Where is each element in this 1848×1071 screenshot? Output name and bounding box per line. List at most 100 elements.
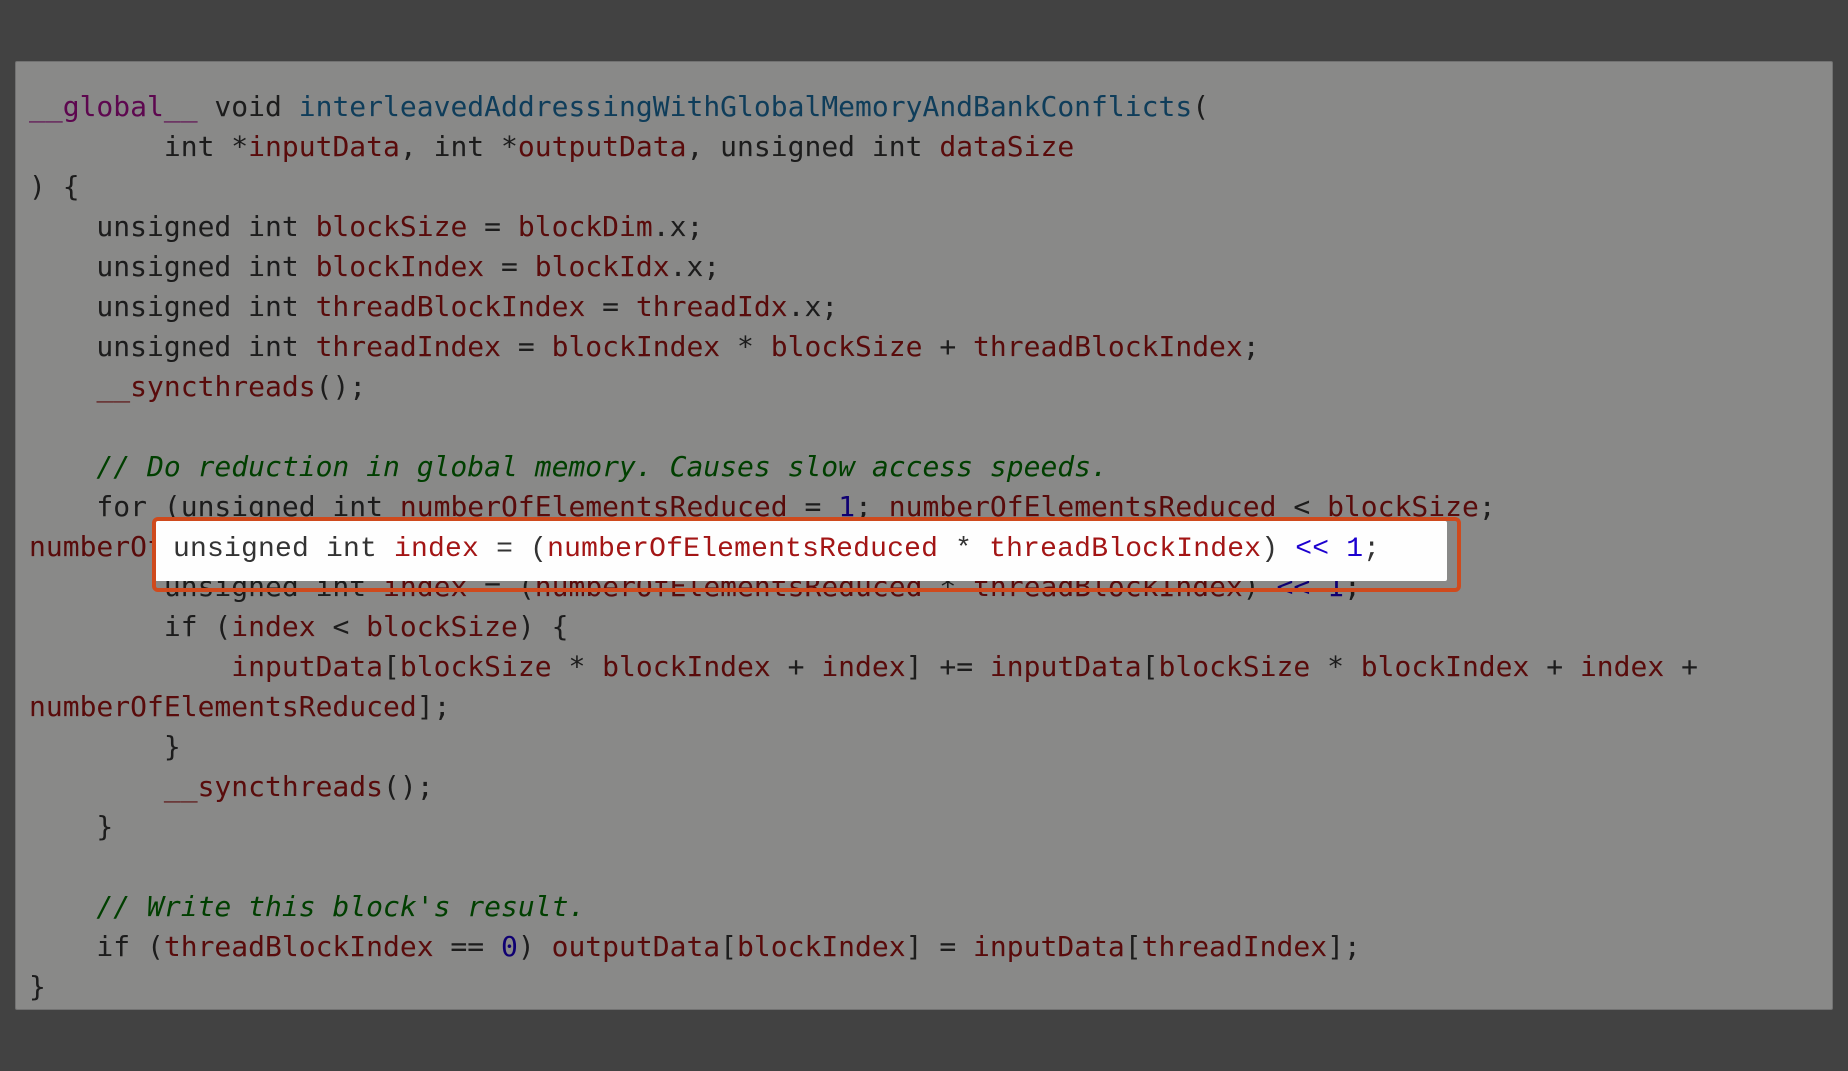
code-token: blockIndex bbox=[737, 930, 906, 963]
code-token: inputData bbox=[231, 650, 383, 683]
code-token: < bbox=[316, 610, 367, 643]
code-token: __syncthreads bbox=[96, 370, 315, 403]
code-token: blockIndex bbox=[602, 650, 771, 683]
code-token: unsigned int bbox=[29, 210, 316, 243]
code-token: inputData bbox=[973, 930, 1125, 963]
code-token: = bbox=[585, 290, 636, 323]
code-token: = bbox=[788, 490, 839, 523]
code-token: blockSize bbox=[771, 330, 923, 363]
code-token: unsigned int bbox=[29, 290, 316, 323]
code-token: ; bbox=[855, 490, 889, 523]
code-token: threadIndex bbox=[1142, 930, 1327, 963]
code-token: index bbox=[821, 650, 905, 683]
code-token: = bbox=[501, 330, 552, 363]
code-token: blockDim bbox=[518, 210, 653, 243]
code-token: ]; bbox=[1327, 930, 1361, 963]
code-token: if ( bbox=[29, 610, 231, 643]
code-token: .x; bbox=[670, 250, 721, 283]
code-token: < bbox=[1277, 490, 1328, 523]
code-token: ( bbox=[1192, 90, 1209, 123]
code-token: outputData bbox=[518, 130, 687, 163]
code-token: } bbox=[29, 810, 113, 843]
code-token: * bbox=[938, 534, 989, 565]
code-token: numberOfElementsReduced bbox=[29, 690, 417, 723]
code-token: inputData bbox=[248, 130, 400, 163]
code-token: .x; bbox=[653, 210, 704, 243]
code-token: numberOfElementsReduced bbox=[889, 490, 1277, 523]
code-token bbox=[29, 650, 231, 683]
code-token: inputData bbox=[990, 650, 1142, 683]
code-token: ; bbox=[1363, 534, 1380, 565]
code-token: blockIndex bbox=[552, 330, 721, 363]
code-token: ) { bbox=[29, 170, 80, 203]
code-token: index bbox=[1580, 650, 1664, 683]
code-token: unsigned int bbox=[29, 250, 316, 283]
code-token: ) { bbox=[518, 610, 569, 643]
code-token: blockSize bbox=[316, 210, 468, 243]
code-token: for (unsigned int bbox=[29, 490, 400, 523]
code-token: + bbox=[771, 650, 822, 683]
highlighted-code-line: unsigned int index = (numberOfElementsRe… bbox=[155, 521, 1447, 581]
code-token: blockSize bbox=[1327, 490, 1479, 523]
code-token: ] = bbox=[906, 930, 973, 963]
code-token: blockSize bbox=[366, 610, 518, 643]
code-token: [ bbox=[720, 930, 737, 963]
code-token: 1 bbox=[838, 490, 855, 523]
code-token: __syncthreads bbox=[164, 770, 383, 803]
code-token: outputData bbox=[552, 930, 721, 963]
code-token: 1 bbox=[1346, 534, 1363, 565]
code-token: ] += bbox=[906, 650, 990, 683]
code-token: , unsigned int bbox=[686, 130, 939, 163]
code-token: ]; bbox=[417, 690, 451, 723]
code-token: 0 bbox=[501, 930, 518, 963]
slide: __global__ void interleavedAddressingWit… bbox=[0, 0, 1848, 1071]
code-token: + bbox=[1529, 650, 1580, 683]
code-token: ) bbox=[1261, 534, 1295, 565]
code-token: index bbox=[231, 610, 315, 643]
code-token: blockIdx bbox=[535, 250, 670, 283]
code-token: (); bbox=[316, 370, 367, 403]
code-token: threadBlockIndex bbox=[973, 330, 1243, 363]
code-token: threadIndex bbox=[316, 330, 501, 363]
code-token: unsigned int bbox=[173, 534, 394, 565]
code-token: blockSize bbox=[1159, 650, 1311, 683]
code-token: unsigned int bbox=[29, 330, 316, 363]
code-token: index bbox=[394, 534, 479, 565]
code-token: = ( bbox=[479, 534, 547, 565]
code-token: numberOfElementsReduced bbox=[547, 534, 938, 565]
code-token: * bbox=[1310, 650, 1361, 683]
code-token: numberOfElementsReduced bbox=[400, 490, 788, 523]
code-token: threadBlockIndex bbox=[164, 930, 434, 963]
code-token: ; bbox=[1479, 490, 1513, 523]
code-token: threadBlockIndex bbox=[989, 534, 1261, 565]
code-token: << bbox=[1295, 534, 1329, 565]
code-token bbox=[29, 770, 164, 803]
code-token: } bbox=[29, 970, 46, 1003]
code-token bbox=[29, 370, 96, 403]
code-token: , int * bbox=[400, 130, 518, 163]
code-comment: // Write this block's result. bbox=[29, 890, 585, 923]
code-token: blockIndex bbox=[316, 250, 485, 283]
code-token: = bbox=[484, 250, 535, 283]
code-token: blockIndex bbox=[1361, 650, 1530, 683]
code-token: * bbox=[552, 650, 603, 683]
code-token: void bbox=[198, 90, 299, 123]
code-token: [ bbox=[1142, 650, 1159, 683]
code-token: ) bbox=[518, 930, 552, 963]
code-token: + bbox=[922, 330, 973, 363]
code-token: == bbox=[434, 930, 501, 963]
code-token: [ bbox=[1125, 930, 1142, 963]
code-token bbox=[1329, 534, 1346, 565]
code-token: } bbox=[29, 730, 181, 763]
code-token: __global__ bbox=[29, 90, 198, 123]
code-token: blockSize bbox=[400, 650, 552, 683]
code-token: [ bbox=[383, 650, 400, 683]
code-token: threadBlockIndex bbox=[316, 290, 586, 323]
code-token: int * bbox=[29, 130, 248, 163]
code-comment: // Do reduction in global memory. Causes… bbox=[29, 450, 1108, 483]
code-token: if ( bbox=[29, 930, 164, 963]
code-token: dataSize bbox=[939, 130, 1074, 163]
code-token: .x; bbox=[788, 290, 839, 323]
code-token: (); bbox=[383, 770, 434, 803]
code-token: ; bbox=[1243, 330, 1260, 363]
